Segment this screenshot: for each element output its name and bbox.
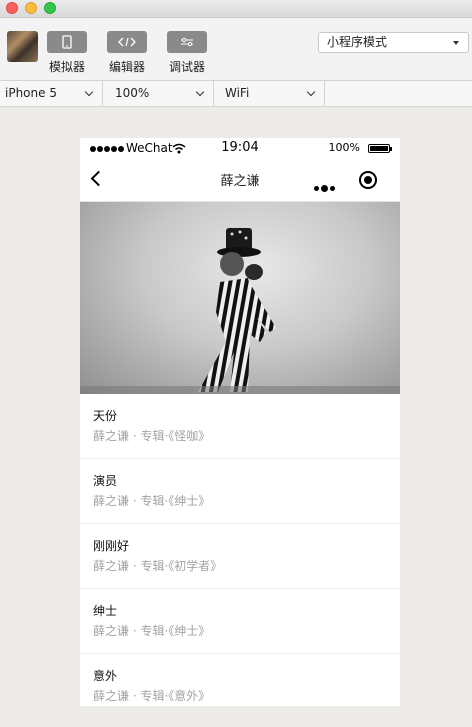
song-meta: 薛之谦 · 专辑·《意外》 bbox=[93, 689, 211, 703]
status-bar: WeChat 19:04 100% bbox=[80, 138, 400, 158]
phone-simulator: WeChat 19:04 100% 薛之谦 天份 薛之谦 · 专辑·《怪咖》 演… bbox=[80, 138, 400, 706]
mode-select[interactable]: 小程序模式 bbox=[318, 32, 469, 53]
song-title: 刚刚好 bbox=[93, 539, 130, 553]
close-window-button[interactable] bbox=[6, 2, 18, 14]
song-title: 绅士 bbox=[93, 604, 118, 618]
list-item[interactable]: 意外 薛之谦 · 专辑·《意外》 bbox=[80, 654, 400, 706]
battery-icon bbox=[368, 144, 392, 153]
simulator-button[interactable]: 模拟器 bbox=[47, 31, 87, 75]
close-capsule-icon[interactable] bbox=[359, 171, 377, 189]
window-titlebar bbox=[0, 0, 472, 18]
battery-percent: 100% bbox=[328, 141, 360, 154]
network-select-value: WiFi bbox=[225, 86, 250, 100]
chevron-down-icon bbox=[84, 87, 94, 97]
artist-banner-image bbox=[80, 202, 400, 394]
device-bar: iPhone 5 100% WiFi bbox=[0, 81, 472, 107]
song-meta: 薛之谦 · 专辑·《怪咖》 bbox=[93, 429, 211, 443]
list-item[interactable]: 演员 薛之谦 · 专辑·《绅士》 bbox=[80, 459, 400, 524]
list-item[interactable]: 绅士 薛之谦 · 专辑·《绅士》 bbox=[80, 589, 400, 654]
editor-label: 编辑器 bbox=[108, 60, 145, 74]
debugger-label: 调试器 bbox=[168, 60, 205, 74]
device-select-value: iPhone 5 bbox=[5, 86, 57, 100]
network-select[interactable]: WiFi bbox=[214, 81, 325, 106]
phone-icon bbox=[47, 31, 87, 53]
minimize-window-button[interactable] bbox=[25, 2, 37, 14]
caret-down-icon bbox=[453, 41, 459, 45]
maximize-window-button[interactable] bbox=[44, 2, 56, 14]
more-options-icon[interactable] bbox=[314, 176, 337, 195]
simulator-label: 模拟器 bbox=[48, 60, 85, 74]
editor-button[interactable]: 编辑器 bbox=[107, 31, 147, 75]
artist-photo bbox=[80, 228, 400, 394]
nav-bar: 薛之谦 bbox=[80, 158, 400, 202]
chevron-down-icon bbox=[195, 87, 205, 97]
song-title: 天份 bbox=[93, 409, 118, 423]
device-select[interactable]: iPhone 5 bbox=[0, 81, 103, 106]
zoom-select-value: 100% bbox=[115, 86, 150, 100]
song-title: 演员 bbox=[93, 474, 118, 488]
user-avatar[interactable] bbox=[7, 31, 38, 62]
sliders-icon bbox=[167, 31, 207, 53]
toolbar: 模拟器 编辑器 调试器 小程序模式 bbox=[0, 18, 472, 81]
song-title: 意外 bbox=[93, 669, 118, 683]
mode-select-value: 小程序模式 bbox=[327, 35, 388, 49]
zoom-select[interactable]: 100% bbox=[103, 81, 214, 106]
song-meta: 薛之谦 · 专辑·《初学者》 bbox=[93, 559, 223, 573]
code-icon bbox=[107, 31, 147, 53]
chevron-down-icon bbox=[306, 87, 316, 97]
song-meta: 薛之谦 · 专辑·《绅士》 bbox=[93, 624, 211, 638]
song-list: 天份 薛之谦 · 专辑·《怪咖》 演员 薛之谦 · 专辑·《绅士》 刚刚好 薛之… bbox=[80, 394, 400, 706]
page-title: 薛之谦 bbox=[220, 174, 260, 189]
list-item[interactable]: 刚刚好 薛之谦 · 专辑·《初学者》 bbox=[80, 524, 400, 589]
song-meta: 薛之谦 · 专辑·《绅士》 bbox=[93, 494, 211, 508]
list-item[interactable]: 天份 薛之谦 · 专辑·《怪咖》 bbox=[80, 394, 400, 459]
debugger-button[interactable]: 调试器 bbox=[167, 31, 207, 75]
